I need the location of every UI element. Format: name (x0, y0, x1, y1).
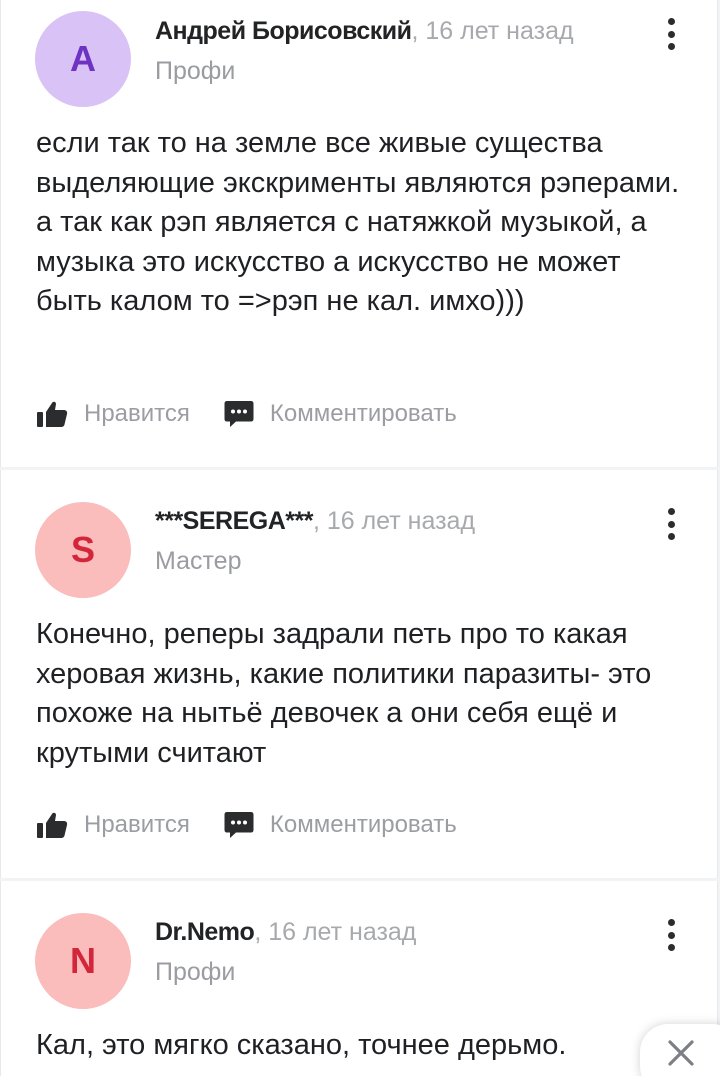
comment-text: Кал, это мягко сказано, точнее дерьмо. (36, 1029, 567, 1061)
comment-button[interactable]: Комментировать (224, 811, 457, 839)
author-name[interactable]: Андрей Борисовский (155, 17, 412, 45)
comment-actions: Нравится Комментировать (36, 397, 457, 431)
comment-card: N Dr.Nemo, 16 лет назад Профи Кал, это м… (0, 881, 718, 1076)
like-button[interactable]: Нравится (36, 811, 190, 839)
author-name[interactable]: Dr.Nemo (155, 918, 255, 946)
comment-text: если так то на земле все живые существа … (36, 127, 680, 317)
close-icon (668, 1040, 694, 1066)
comment-time: , 16 лет назад (312, 507, 476, 535)
comment-card: A Андрей Борисовский, 16 лет назад Профи… (0, 0, 718, 467)
comment-bubble-icon (224, 401, 254, 427)
author-name[interactable]: ***SEREGA*** (155, 507, 313, 535)
comment-card: S ***SEREGA***, 16 лет назад Мастер Коне… (0, 470, 718, 878)
comment-bubble-icon (224, 812, 254, 838)
like-label: Нравится (84, 811, 190, 838)
avatar-letter: N (70, 940, 96, 981)
comment-actions: Нравится Комментировать (36, 808, 457, 842)
comment-time: , 16 лет назад (254, 918, 417, 946)
avatar-letter: S (70, 529, 95, 570)
more-vertical-icon[interactable] (657, 14, 685, 54)
close-button[interactable] (640, 1024, 720, 1076)
comment-label: Комментировать (269, 811, 457, 838)
more-vertical-icon[interactable] (657, 915, 685, 955)
comment-header: Dr.Nemo, 16 лет назад (155, 918, 416, 947)
avatar-letter: A (70, 38, 96, 79)
comment-button[interactable]: Комментировать (224, 400, 457, 428)
comments-page: A Андрей Борисовский, 16 лет назад Профи… (0, 0, 720, 1076)
author-rank: Профи (155, 57, 236, 85)
author-rank: Профи (155, 958, 236, 986)
like-label: Нравится (84, 400, 190, 427)
thumbs-up-icon (37, 401, 68, 427)
like-button[interactable]: Нравится (36, 400, 190, 428)
comment-text: Конечно, реперы задрали петь про то кака… (36, 618, 652, 769)
comment-time: , 16 лет назад (411, 17, 574, 45)
thumbs-up-icon (37, 812, 68, 838)
avatar[interactable]: A (35, 11, 131, 107)
author-rank: Мастер (155, 547, 242, 575)
more-vertical-icon[interactable] (657, 504, 685, 544)
comment-header: ***SEREGA***, 16 лет назад (155, 507, 475, 536)
avatar[interactable]: S (35, 502, 131, 598)
avatar[interactable]: N (35, 913, 131, 1009)
comment-header: Андрей Борисовский, 16 лет назад (155, 17, 574, 46)
comment-label: Комментировать (269, 400, 457, 427)
